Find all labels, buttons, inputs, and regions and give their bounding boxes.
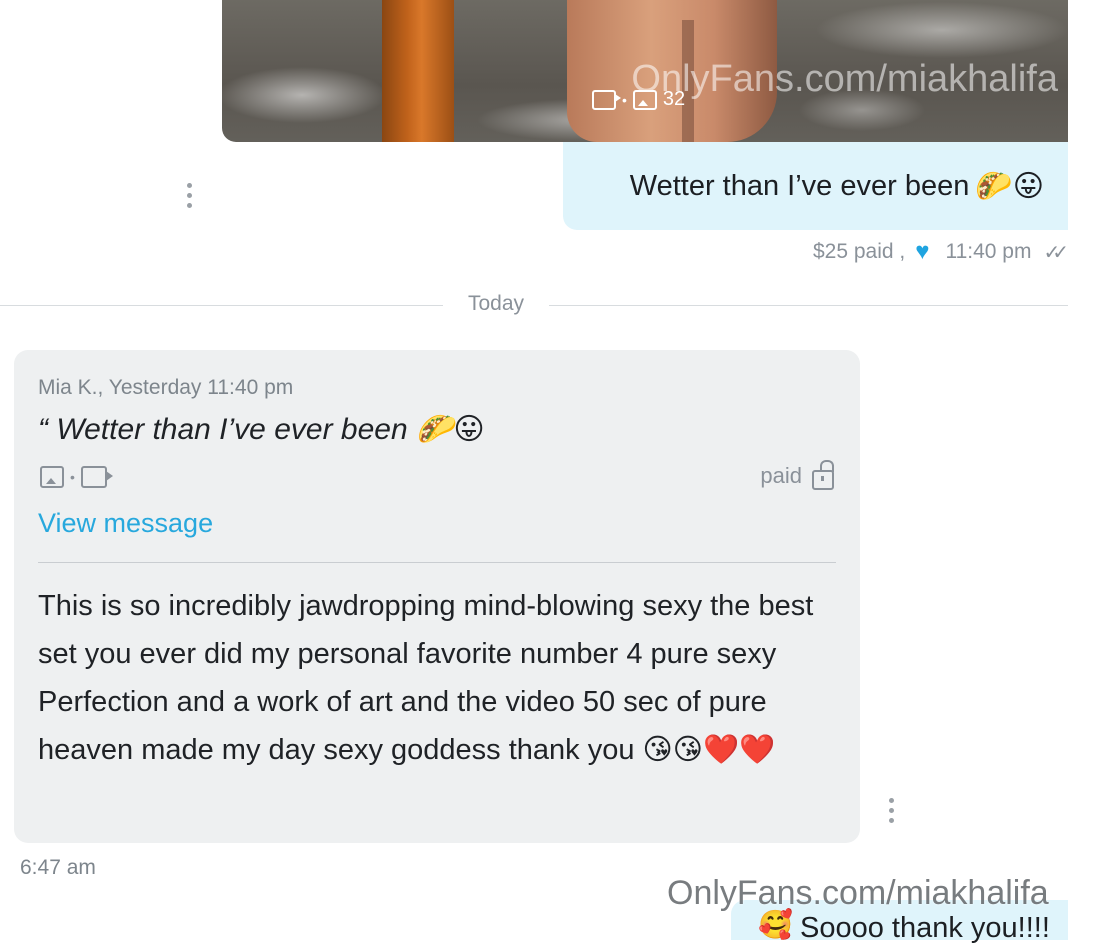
view-message-link[interactable]: View message [38,508,213,539]
video-icon [592,89,621,110]
received-time: 6:47 am [20,856,96,879]
image-icon [40,466,64,488]
date-divider-line-right [549,305,1068,306]
message-status-row: $25 paid , ♥ 11:40 pm ✓✓ [812,238,1069,266]
quoted-message-text: “ Wetter than I’ve ever been 🌮😛 [38,413,485,446]
sent-message-emojis: 🌮😛 [975,169,1044,203]
received-message-bubble: Mia K., Yesterday 11:40 pm “ Wetter than… [14,350,860,843]
quote-divider [38,562,836,563]
date-divider-line-left [0,305,443,306]
media-watermark: OnlyFans.com/miakhalifa [631,58,1058,100]
received-message-text: This is so incredibly jawdropping mind-b… [38,590,814,766]
sent-time: 11:40 pm [945,240,1032,263]
media-count: 32 [662,88,686,110]
media-message-preview[interactable]: OnlyFans.com/miakhalifa • 32 [222,0,1068,142]
media-meta: • 32 [592,88,685,111]
meta-separator: • [70,469,75,485]
paid-label: paid [760,463,802,488]
next-message-text: Soooo thank you!!!! [800,912,1050,944]
heart-icon[interactable]: ♥ [915,238,929,266]
message-options-icon[interactable] [186,183,192,208]
page-watermark: OnlyFans.com/miakhalifa [667,874,1049,912]
sent-message-text: Wetter than I’ve ever been [629,169,970,202]
video-icon [80,466,113,488]
message-options-icon[interactable] [888,798,894,823]
double-check-icon: ✓✓ [1043,241,1068,264]
quoted-message-meta: Mia K., Yesterday 11:40 pm [38,376,294,399]
date-divider-label: Today [467,292,525,315]
sent-message-bubble: Wetter than I’ve ever been 🌮😛 [563,142,1068,230]
meta-separator: • [622,91,627,108]
unlock-icon [812,460,834,490]
media-image-hair [382,0,454,142]
image-icon [632,89,657,110]
quoted-media-icons: • [40,466,113,488]
price-label: $25 paid , [812,240,906,263]
paid-status: paid [760,460,834,490]
